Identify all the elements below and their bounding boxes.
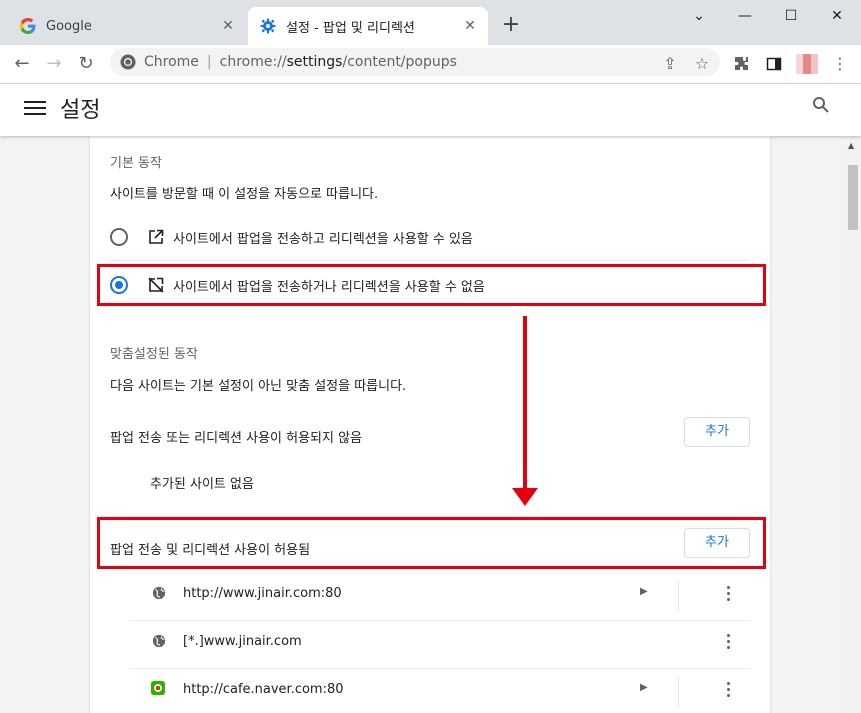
extensions-icon[interactable] bbox=[728, 50, 756, 78]
bookmark-star-icon[interactable]: ☆ bbox=[688, 50, 716, 78]
divider bbox=[678, 580, 679, 612]
back-button[interactable]: ← bbox=[8, 50, 36, 78]
settings-card: 기본 동작 사이트를 방문할 때 이 설정을 자동으로 따릅니다. 사이트에서 … bbox=[90, 136, 770, 713]
minimize-icon[interactable]: — bbox=[722, 0, 768, 32]
custom-heading: 맞춤설정된 동작 bbox=[110, 347, 198, 362]
new-tab-button[interactable]: + bbox=[498, 12, 524, 38]
maximize-icon[interactable]: ☐ bbox=[768, 0, 814, 32]
open-in-new-icon bbox=[149, 229, 164, 244]
more-actions-icon[interactable] bbox=[727, 586, 731, 602]
custom-description: 다음 사이트는 기본 설정이 아닌 맞춤 설정을 따릅니다. bbox=[110, 379, 407, 394]
option-allow[interactable]: 사이트에서 팝업을 전송하고 리디렉션을 사용할 수 있음 bbox=[110, 225, 750, 249]
naver-cafe-icon bbox=[151, 681, 165, 695]
default-description: 사이트를 방문할 때 이 설정을 자동으로 따릅니다. bbox=[110, 187, 379, 202]
site-url: http://cafe.naver.com:80 bbox=[183, 682, 344, 697]
blocked-list-title: 팝업 전송 또는 리디렉션 사용이 허용되지 않음 bbox=[110, 431, 363, 446]
add-blocked-site-button[interactable]: 추가 bbox=[684, 417, 750, 447]
tab-settings[interactable]: 설정 - 팝업 및 리디렉션 ✕ bbox=[248, 7, 488, 45]
option-allow-label: 사이트에서 팝업을 전송하고 리디렉션을 사용할 수 있음 bbox=[173, 232, 473, 247]
highlight-box-block-option bbox=[97, 264, 766, 306]
arrow-right-icon[interactable]: ▶ bbox=[640, 586, 648, 597]
google-logo-icon bbox=[20, 18, 36, 34]
page-title: 설정 bbox=[60, 98, 101, 123]
chrome-logo-icon bbox=[120, 54, 136, 70]
gear-icon bbox=[260, 18, 276, 34]
scroll-up-icon[interactable]: ▲ bbox=[848, 141, 854, 150]
tab-close-icon[interactable]: ✕ bbox=[218, 18, 238, 34]
tab-settings-title: 설정 - 팝업 및 리디렉션 bbox=[286, 20, 415, 36]
globe-icon bbox=[152, 634, 166, 648]
reload-button[interactable]: ↻ bbox=[72, 50, 100, 78]
site-url: http://www.jinair.com:80 bbox=[183, 586, 342, 601]
divider bbox=[110, 260, 750, 261]
close-window-icon[interactable]: ✕ bbox=[814, 0, 860, 32]
chrome-menu-icon[interactable]: ⋮ bbox=[826, 50, 854, 78]
settings-content: 기본 동작 사이트를 방문할 때 이 설정을 자동으로 따릅니다. 사이트에서 … bbox=[0, 136, 845, 713]
site-label: Chrome bbox=[144, 54, 199, 70]
share-icon[interactable]: ⇪ bbox=[656, 50, 684, 78]
search-icon[interactable] bbox=[812, 96, 840, 124]
annotation-arrow-down bbox=[512, 316, 538, 506]
divider bbox=[678, 676, 679, 708]
radio-allow[interactable] bbox=[110, 228, 128, 246]
menu-icon[interactable] bbox=[24, 97, 46, 119]
blocked-empty-text: 추가된 사이트 없음 bbox=[150, 477, 254, 492]
tab-google[interactable]: Google ✕ bbox=[8, 7, 246, 45]
globe-icon bbox=[152, 586, 166, 600]
profile-avatar[interactable] bbox=[796, 54, 818, 74]
tab-google-title: Google bbox=[46, 18, 92, 34]
address-separator: | bbox=[206, 54, 212, 70]
settings-header bbox=[0, 84, 861, 136]
url-text: chrome://settings/content/popups bbox=[219, 54, 457, 70]
highlight-box-allowed-list bbox=[97, 517, 766, 569]
forward-button[interactable]: → bbox=[40, 50, 68, 78]
site-row[interactable]: http://www.jinair.com:80 ▶ bbox=[90, 572, 770, 620]
more-actions-icon[interactable] bbox=[727, 634, 731, 650]
site-url: [*.]www.jinair.com bbox=[183, 634, 302, 649]
address-bar[interactable]: Chrome | chrome://settings/content/popup… bbox=[110, 48, 720, 76]
side-panel-icon[interactable] bbox=[760, 50, 788, 78]
site-row[interactable]: http://cafe.naver.com:80 ▶ bbox=[90, 668, 770, 713]
site-row[interactable]: [*.]www.jinair.com bbox=[90, 620, 770, 668]
scrollbar-thumb[interactable] bbox=[848, 165, 858, 230]
more-actions-icon[interactable] bbox=[727, 682, 731, 698]
arrow-right-icon[interactable]: ▶ bbox=[640, 682, 648, 693]
tab-close-icon[interactable]: ✕ bbox=[460, 18, 480, 34]
default-heading: 기본 동작 bbox=[110, 156, 162, 171]
tab-search-icon[interactable]: ⌄ bbox=[676, 0, 722, 32]
